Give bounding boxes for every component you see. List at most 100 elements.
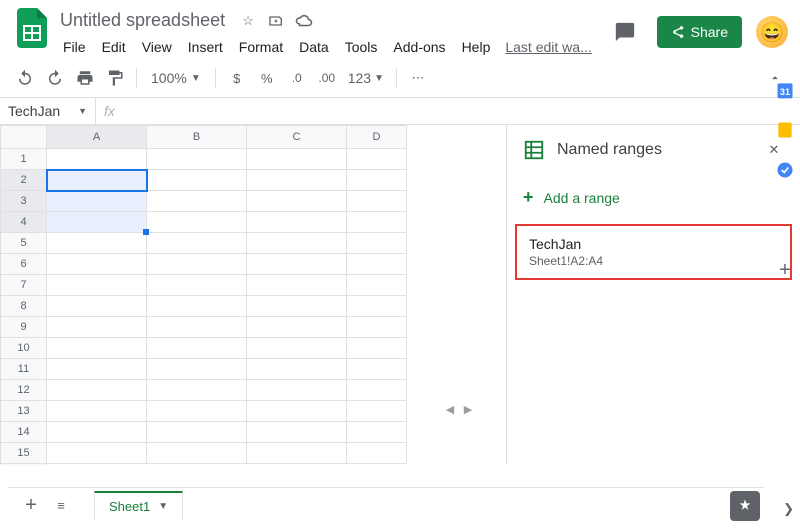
row-header[interactable]: 1 — [1, 149, 47, 170]
cell[interactable] — [247, 464, 347, 466]
cell[interactable] — [147, 422, 247, 443]
cell[interactable] — [247, 338, 347, 359]
cell[interactable] — [347, 338, 407, 359]
row-header[interactable]: 5 — [1, 233, 47, 254]
col-header-b[interactable]: B — [147, 126, 247, 149]
name-box[interactable]: TechJan▼ — [0, 98, 96, 124]
cell[interactable] — [347, 359, 407, 380]
cell[interactable] — [347, 401, 407, 422]
row-header[interactable]: 4 — [1, 212, 47, 233]
cell[interactable] — [347, 212, 407, 233]
doc-title[interactable]: Untitled spreadsheet — [56, 8, 229, 33]
cell[interactable] — [47, 359, 147, 380]
keep-icon[interactable] — [775, 120, 795, 140]
zoom-dropdown[interactable]: 100% ▼ — [145, 70, 207, 86]
cell[interactable] — [47, 212, 147, 233]
scroll-left-icon[interactable]: ◀ — [442, 401, 458, 417]
row-header[interactable]: 7 — [1, 275, 47, 296]
row-header[interactable]: 10 — [1, 338, 47, 359]
select-all-corner[interactable] — [1, 126, 47, 149]
cell[interactable] — [247, 275, 347, 296]
cell[interactable] — [347, 191, 407, 212]
named-range-item[interactable]: TechJan Sheet1!A2:A4 — [515, 224, 792, 280]
cell[interactable] — [147, 233, 247, 254]
col-header-a[interactable]: A — [47, 126, 147, 149]
share-button[interactable]: Share — [657, 16, 742, 48]
row-header[interactable]: 13 — [1, 401, 47, 422]
expand-rail-icon[interactable]: ❯ — [783, 501, 794, 517]
explore-button[interactable] — [730, 491, 760, 521]
more-tools-button[interactable]: ⋯ — [405, 65, 431, 91]
cell[interactable] — [47, 338, 147, 359]
account-avatar[interactable]: 😄 — [756, 16, 788, 48]
cell[interactable] — [147, 275, 247, 296]
cell[interactable] — [347, 380, 407, 401]
cell[interactable] — [347, 149, 407, 170]
cell[interactable] — [47, 443, 147, 464]
percent-button[interactable]: % — [254, 65, 280, 91]
sheet-tab-dropdown-icon[interactable]: ▼ — [158, 501, 168, 512]
cell[interactable] — [147, 443, 247, 464]
col-header-d[interactable]: D — [347, 126, 407, 149]
cell[interactable] — [247, 254, 347, 275]
tasks-icon[interactable] — [775, 160, 795, 180]
menu-addons[interactable]: Add-ons — [386, 35, 452, 59]
undo-button[interactable] — [12, 65, 38, 91]
cell[interactable] — [247, 233, 347, 254]
row-header[interactable]: 12 — [1, 380, 47, 401]
selection-handle[interactable] — [143, 229, 149, 235]
menu-tools[interactable]: Tools — [338, 35, 385, 59]
cell[interactable] — [247, 212, 347, 233]
cell[interactable] — [47, 149, 147, 170]
row-header[interactable]: 3 — [1, 191, 47, 212]
cell[interactable] — [47, 275, 147, 296]
cell[interactable] — [347, 275, 407, 296]
add-addon-icon[interactable]: + — [775, 260, 795, 280]
cell[interactable] — [247, 149, 347, 170]
currency-button[interactable]: $ — [224, 65, 250, 91]
add-range-button[interactable]: + Add a range — [507, 175, 800, 220]
menu-help[interactable]: Help — [455, 35, 498, 59]
move-icon[interactable] — [267, 12, 285, 30]
cell[interactable] — [47, 317, 147, 338]
all-sheets-button[interactable]: ≡ — [46, 491, 76, 521]
cell[interactable] — [47, 233, 147, 254]
cell[interactable] — [147, 212, 247, 233]
row-header[interactable]: 2 — [1, 170, 47, 191]
sheet-tab[interactable]: Sheet1 ▼ — [94, 491, 183, 520]
cell[interactable] — [247, 359, 347, 380]
cell[interactable] — [247, 317, 347, 338]
add-sheet-button[interactable]: + — [16, 491, 46, 521]
row-header[interactable]: 11 — [1, 359, 47, 380]
cell-active[interactable] — [47, 170, 147, 191]
cell[interactable] — [147, 170, 247, 191]
cell[interactable] — [247, 380, 347, 401]
cell[interactable] — [247, 170, 347, 191]
cell[interactable] — [147, 191, 247, 212]
row-header[interactable]: 9 — [1, 317, 47, 338]
cell[interactable] — [147, 254, 247, 275]
menu-data[interactable]: Data — [292, 35, 336, 59]
calendar-icon[interactable]: 31 — [775, 80, 795, 100]
cell[interactable] — [147, 401, 247, 422]
cell[interactable] — [247, 296, 347, 317]
cell[interactable] — [247, 191, 347, 212]
cell[interactable] — [347, 422, 407, 443]
decrease-decimal-button[interactable]: .0 — [284, 65, 310, 91]
menu-edit[interactable]: Edit — [95, 35, 133, 59]
cell[interactable] — [47, 191, 147, 212]
paint-format-button[interactable] — [102, 65, 128, 91]
star-icon[interactable]: ☆ — [239, 12, 257, 30]
cell[interactable] — [347, 317, 407, 338]
cell[interactable] — [247, 401, 347, 422]
cell[interactable] — [147, 338, 247, 359]
menu-insert[interactable]: Insert — [181, 35, 230, 59]
cell[interactable] — [247, 443, 347, 464]
cell[interactable] — [47, 401, 147, 422]
cell[interactable] — [47, 254, 147, 275]
comments-button[interactable] — [607, 14, 643, 50]
print-button[interactable] — [72, 65, 98, 91]
cell[interactable] — [147, 380, 247, 401]
cell[interactable] — [347, 464, 407, 466]
row-header[interactable]: 16 — [1, 464, 47, 466]
